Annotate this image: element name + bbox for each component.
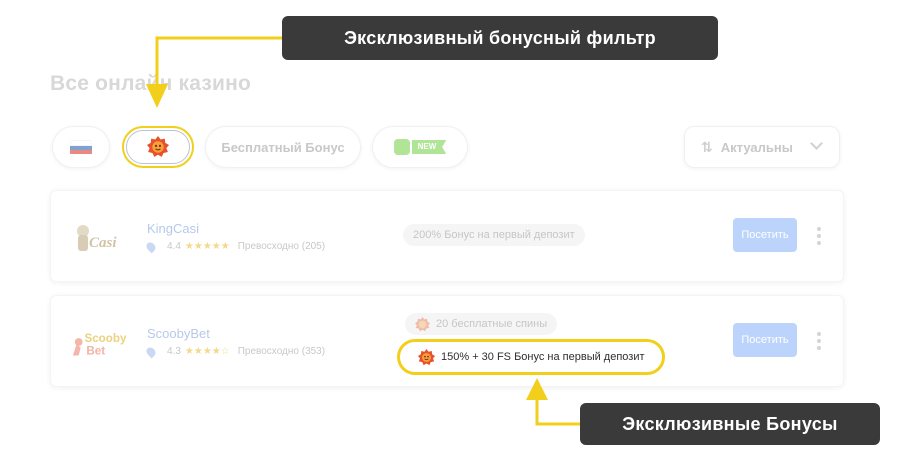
russia-flag-icon bbox=[70, 139, 92, 155]
exclusive-badge-icon bbox=[147, 136, 169, 157]
kingcasi-logo: Casi bbox=[69, 215, 129, 259]
casino-meta: 4.4 ★★★★★ Превосходно (205) bbox=[144, 240, 326, 253]
kebab-menu-icon[interactable] bbox=[817, 227, 821, 245]
kingcasi-logo-image: Casi bbox=[77, 225, 117, 251]
casino-card: Casi KingCasi 4.4 ★★★★★ Превосходно (205… bbox=[50, 190, 844, 282]
filter-bar: Бесплатный Бонус NEW ⇅ Актуальны bbox=[50, 126, 850, 170]
exclusive-badge-icon bbox=[415, 316, 430, 331]
location-pin-icon bbox=[144, 345, 158, 358]
country-filter-button[interactable] bbox=[52, 126, 110, 168]
kebab-menu-icon[interactable] bbox=[817, 332, 821, 350]
location-pin-icon bbox=[144, 240, 158, 253]
rating-stars: ★★★★☆ bbox=[184, 346, 230, 357]
page-title: Все онлайн казино bbox=[50, 72, 252, 95]
new-badge-label: NEW bbox=[411, 140, 447, 154]
svg-text:Casi: Casi bbox=[89, 235, 117, 251]
casino-list-page: Все онлайн казино Бесплатный Бонус NEW ⇅… bbox=[0, 0, 900, 450]
rating-stars: ★★★★★ bbox=[184, 241, 230, 252]
bonus-chip: 200% Бонус на первый депозит bbox=[403, 224, 585, 246]
exclusive-badge-icon bbox=[418, 348, 435, 365]
sort-dropdown[interactable]: ⇅ Актуальны bbox=[684, 126, 840, 168]
sort-arrows-icon: ⇅ bbox=[701, 138, 713, 155]
scoobybet-logo-image: Scooby Bet bbox=[72, 332, 127, 358]
casino-meta: 4.3 ★★★★☆ Превосходно (353) bbox=[144, 345, 326, 358]
sort-label: Актуальны bbox=[720, 139, 793, 155]
rating-text: Превосходно (353) bbox=[237, 346, 326, 357]
bonus-arrow-line bbox=[535, 398, 580, 426]
visit-button[interactable]: Посетить bbox=[733, 323, 797, 357]
svg-text:Scooby: Scooby bbox=[84, 332, 126, 345]
exclusive-bonus-chip[interactable]: 150% + 30 FS Бонус на первый депозит bbox=[397, 339, 665, 375]
scoobybet-logo: Scooby Bet bbox=[69, 320, 129, 364]
calendar-icon bbox=[393, 139, 410, 155]
exclusive-filter-inner bbox=[126, 130, 190, 164]
exclusive-bonus-text: 150% + 30 FS Бонус на первый депозит bbox=[441, 351, 645, 363]
free-bonus-filter-button[interactable]: Бесплатный Бонус bbox=[205, 126, 361, 168]
exclusive-bonus-callout: Эксклюзивные Бонусы bbox=[580, 403, 880, 445]
free-spins-chip: 20 бесплатные спины bbox=[405, 313, 558, 335]
exclusive-bonus-filter-button[interactable] bbox=[122, 126, 194, 168]
exclusive-filter-callout: Эксклюзивный бонусный фильтр bbox=[282, 16, 718, 60]
casino-name[interactable]: KingCasi bbox=[147, 221, 199, 236]
free-spins-text: 20 бесплатные спины bbox=[436, 318, 548, 330]
chevron-down-icon bbox=[810, 137, 823, 150]
rating-value: 4.3 bbox=[167, 346, 181, 357]
new-badge: NEW bbox=[393, 139, 447, 155]
rating-value: 4.4 bbox=[167, 241, 181, 252]
rating-text: Превосходно (205) bbox=[237, 241, 326, 252]
casino-name[interactable]: ScoobyBet bbox=[147, 326, 210, 341]
svg-text:Bet: Bet bbox=[86, 345, 105, 358]
visit-button[interactable]: Посетить bbox=[733, 218, 797, 252]
new-filter-button[interactable]: NEW bbox=[372, 126, 468, 168]
